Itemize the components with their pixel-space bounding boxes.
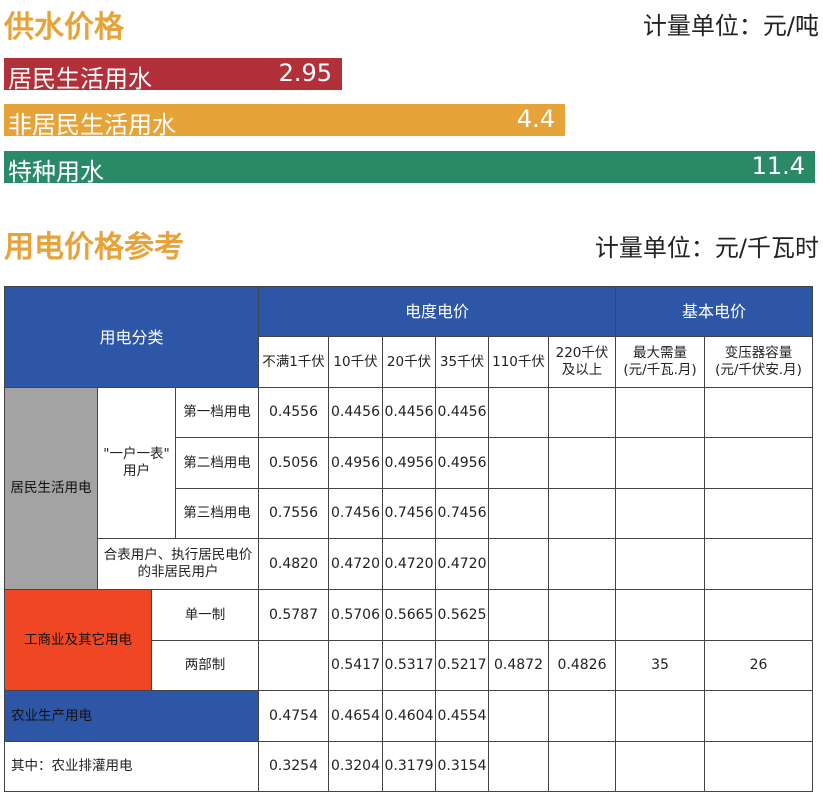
- price-cell: 0.4456: [382, 387, 436, 438]
- price-cell: 0.5317: [382, 640, 436, 691]
- price-cell: 0.4456: [328, 387, 383, 438]
- water-bar-nonresidential: 非居民生活用水 4.4: [4, 104, 565, 139]
- one-meter-category: "一户一表" 用户: [97, 387, 176, 539]
- price-cell: 0.4956: [382, 437, 436, 489]
- water-bar-special: 特种用水 11.4: [4, 151, 815, 186]
- dual-system-label: 两部制: [151, 640, 259, 691]
- water-price-title: 供水价格: [4, 10, 124, 45]
- basic-col-header: 变压器容量 (元/千伏安.月): [704, 336, 813, 388]
- basic-price-header: 基本电价: [615, 286, 813, 337]
- water-unit-label: 计量单位：元/吨: [642, 12, 819, 40]
- water-bar-value: 4.4: [516, 105, 555, 133]
- shared-meter-category: 合表用户、执行居民电价 的非居民用户: [97, 538, 259, 590]
- price-cell: 0.4956: [328, 437, 383, 489]
- price-cell: 0.4720: [328, 538, 383, 590]
- volt-header: 110千伏: [488, 336, 549, 388]
- water-bar-label: 非居民生活用水: [8, 111, 176, 139]
- water-bar-label: 特种用水: [8, 158, 104, 186]
- tier-label: 第一档用电: [175, 387, 259, 438]
- water-bar-residential: 居民生活用水 2.95: [4, 58, 342, 93]
- water-bar-value: 2.95: [278, 59, 332, 87]
- volt-header: 不满1千伏: [258, 336, 329, 388]
- volt-header: 10千伏: [328, 336, 383, 388]
- price-cell: 0.4956: [435, 437, 489, 489]
- electric-price-table: 用电分类 电度电价 基本电价 不满1千伏 10千伏 20千伏 35千伏 110千…: [4, 286, 813, 792]
- price-cell: 0.3204: [328, 741, 383, 792]
- price-cell: 0.4754: [258, 690, 329, 742]
- price-cell: 0.5217: [435, 640, 489, 691]
- price-cell: 0.7456: [435, 488, 489, 539]
- price-cell: [258, 640, 329, 691]
- price-cell: 0.4654: [328, 690, 383, 742]
- volt-header: 20千伏: [382, 336, 436, 388]
- commercial-category: 工商业及其它用电: [4, 589, 152, 691]
- price-cell: 0.5056: [258, 437, 329, 489]
- price-cell: 0.4720: [435, 538, 489, 590]
- price-cell: 0.4554: [435, 690, 489, 742]
- price-cell: 0.7556: [258, 488, 329, 539]
- basic-price-cell: 26: [704, 640, 813, 691]
- single-system-label: 单一制: [151, 589, 259, 641]
- price-cell: 0.5665: [382, 589, 436, 641]
- water-bar-value: 11.4: [751, 152, 805, 180]
- price-cell: 0.3179: [382, 741, 436, 792]
- tier-label: 第二档用电: [175, 437, 259, 489]
- price-cell: 0.4456: [435, 387, 489, 438]
- agriculture-category: 农业生产用电: [4, 690, 259, 742]
- price-cell: 0.4820: [258, 538, 329, 590]
- price-cell: 0.4826: [548, 640, 616, 691]
- price-cell: 0.4604: [382, 690, 436, 742]
- volt-header: 220千伏 及以上: [548, 336, 616, 388]
- basic-price-cell: 35: [615, 640, 705, 691]
- price-cell: 0.5706: [328, 589, 383, 641]
- energy-price-header: 电度电价: [258, 286, 616, 337]
- electric-price-title: 用电价格参考: [4, 230, 184, 265]
- price-cell: 0.7456: [382, 488, 436, 539]
- price-cell: 0.3154: [435, 741, 489, 792]
- tier-label: 第三档用电: [175, 488, 259, 539]
- price-cell: 0.4720: [382, 538, 436, 590]
- basic-col-header: 最大需量 (元/千瓦.月): [615, 336, 705, 388]
- price-cell: 0.5417: [328, 640, 383, 691]
- residential-category: 居民生活用电: [4, 387, 98, 590]
- price-cell: 0.4872: [488, 640, 549, 691]
- volt-header: 35千伏: [435, 336, 489, 388]
- electric-unit-label: 计量单位：元/千瓦时: [594, 234, 819, 262]
- price-cell: 0.5625: [435, 589, 489, 641]
- water-bar-label: 居民生活用水: [8, 65, 152, 93]
- category-header: 用电分类: [4, 286, 259, 388]
- price-cell: 0.4556: [258, 387, 329, 438]
- price-cell: 0.3254: [258, 741, 329, 792]
- irrigation-category: 其中：农业排灌用电: [4, 741, 259, 792]
- price-cell: 0.7456: [328, 488, 383, 539]
- price-cell: 0.5787: [258, 589, 329, 641]
